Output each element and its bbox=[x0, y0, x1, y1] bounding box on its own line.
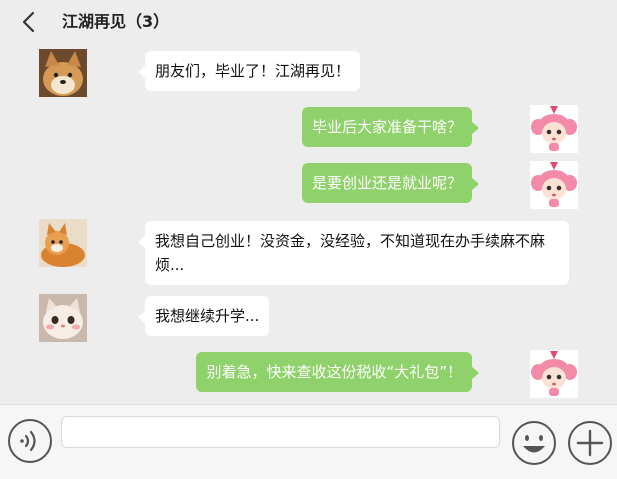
white-cat-avatar[interactable] bbox=[39, 294, 87, 342]
message-text: 朋友们，毕业了！江湖再见！ bbox=[155, 62, 351, 80]
pink-doll-avatar[interactable] bbox=[530, 350, 578, 398]
message-bubble-self: 别着急，快来查收这份税收“大礼包”！ bbox=[196, 352, 479, 392]
smile-icon[interactable] bbox=[510, 419, 558, 467]
message-bubble-self: 是要创业还是就业呢？ bbox=[301, 163, 480, 203]
message-bubble: 我想继续升学... bbox=[137, 296, 270, 336]
pink-doll-avatar[interactable] bbox=[530, 161, 578, 209]
message-text: 我想继续升学... bbox=[155, 307, 260, 325]
message-input[interactable] bbox=[61, 416, 500, 448]
chat-header: 江湖再见（3） bbox=[0, 0, 617, 44]
message-text: 是要创业还是就业呢？ bbox=[311, 174, 462, 192]
message-bubble-self: 毕业后大家准备干啥？ bbox=[301, 107, 480, 147]
message-text: 别着急，快来查收这份税收“大礼包”！ bbox=[206, 363, 462, 381]
chevron-left-icon[interactable] bbox=[19, 11, 39, 33]
shiba-dog-avatar[interactable] bbox=[39, 49, 87, 97]
page-title: 江湖再见（3） bbox=[62, 12, 170, 31]
orange-cat-avatar[interactable] bbox=[39, 219, 87, 267]
message-bubble: 我想自己创业！没资金，没经验，不知道现在办手续麻不麻烦... bbox=[138, 221, 569, 285]
message-bubble: 朋友们，毕业了！江湖再见！ bbox=[137, 51, 361, 91]
message-text: 我想自己创业！没资金，没经验，不知道现在办手续麻不麻烦... bbox=[155, 232, 546, 274]
voice-icon[interactable] bbox=[7, 418, 53, 464]
message-text: 毕业后大家准备干啥？ bbox=[311, 118, 462, 136]
pink-doll-avatar[interactable] bbox=[530, 105, 578, 153]
plus-icon[interactable] bbox=[566, 419, 614, 467]
